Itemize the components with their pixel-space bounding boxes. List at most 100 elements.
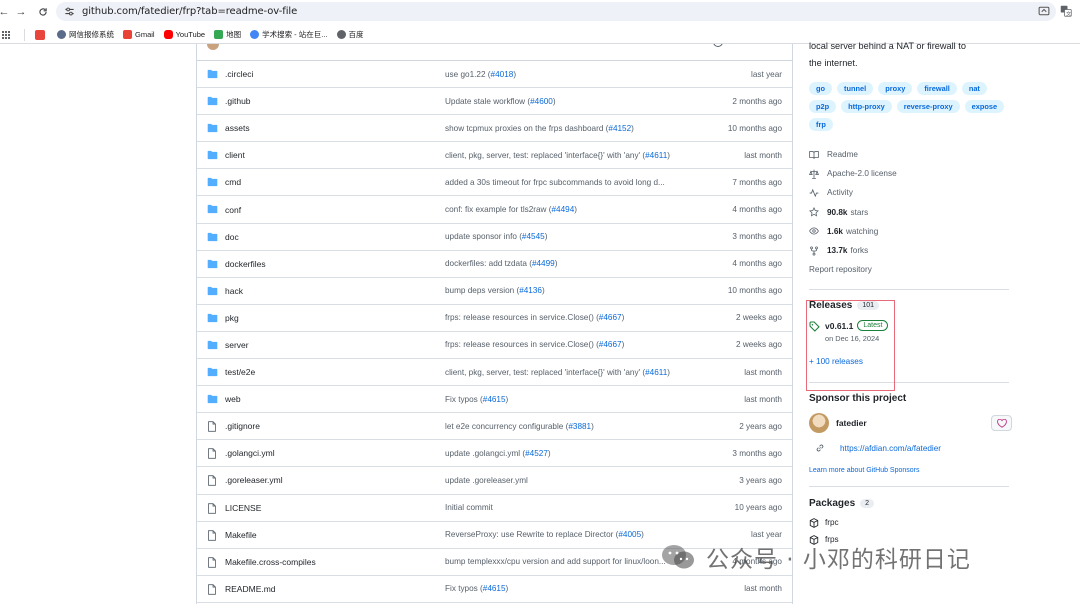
avatar[interactable] <box>809 413 829 434</box>
back-icon[interactable]: ← <box>0 4 12 20</box>
file-row[interactable]: .goreleaser.yml update .goreleaser.yml 3 y… <box>197 467 792 495</box>
file-row[interactable]: .gitignore let e2e concurrency configurab… <box>197 413 792 441</box>
file-name[interactable]: Makefile <box>225 530 257 540</box>
file-name[interactable]: web <box>225 394 241 404</box>
pr-link[interactable]: #4615 <box>483 584 506 593</box>
bookmark-c[interactable] <box>35 29 48 40</box>
pr-link[interactable]: #4545 <box>522 232 545 241</box>
forks-link[interactable]: 13.7k forks <box>809 241 1009 260</box>
commit-message[interactable]: bump templexxx/cpu version and add suppo… <box>445 557 666 566</box>
pr-link[interactable]: #4611 <box>645 368 667 377</box>
file-row[interactable]: dockerfiles dockerfiles: add tzdata (#449… <box>197 251 792 278</box>
commit-message[interactable]: frps: release resources in service.Close… <box>445 313 624 322</box>
file-row[interactable]: pkg frps: release resources in service.Cl… <box>197 305 792 332</box>
commit-message[interactable]: Update stale workflow (#4600) <box>445 97 556 106</box>
watchers-link[interactable]: 1.6k watching <box>809 222 1009 241</box>
pr-link[interactable]: #4527 <box>525 449 548 458</box>
commit-message[interactable]: frps: release resources in service.Close… <box>445 340 624 349</box>
history-icon[interactable] <box>713 44 723 47</box>
file-name[interactable]: .github <box>225 96 251 106</box>
screen-cast-icon[interactable] <box>1038 5 1050 17</box>
pr-link[interactable]: #4600 <box>530 97 553 106</box>
commit-message[interactable]: Initial commit <box>445 503 493 512</box>
commit-message[interactable]: Fix typos (#4615) <box>445 395 508 404</box>
report-repository-link[interactable]: Report repository <box>809 260 1009 279</box>
bookmark-item[interactable]: 地图 <box>214 29 241 40</box>
pr-link[interactable]: #4667 <box>599 313 622 322</box>
commit-message[interactable]: conf: fix example for tls2raw (#4494) <box>445 205 577 214</box>
file-row[interactable]: doc update sponsor info (#4545) 3 months a… <box>197 224 792 251</box>
pr-link[interactable]: #4667 <box>599 340 622 349</box>
file-name[interactable]: Makefile.cross-compiles <box>225 557 316 567</box>
commit-message[interactable]: client, pkg, server, test: replaced 'int… <box>445 368 670 377</box>
pr-link[interactable]: #4018 <box>491 70 514 79</box>
topic-tag[interactable]: proxy <box>878 82 913 95</box>
file-name[interactable]: README.md <box>225 584 276 594</box>
pr-link[interactable]: #4136 <box>519 286 542 295</box>
file-name[interactable]: client <box>225 150 245 160</box>
stars-link[interactable]: 90.8k stars <box>809 203 1009 222</box>
file-name[interactable]: LICENSE <box>225 503 261 513</box>
sponsor-heart-button[interactable] <box>991 415 1012 432</box>
commit-message[interactable]: update .golangci.yml (#4527) <box>445 449 551 458</box>
bookmark-item[interactable]: Gmail <box>123 30 155 39</box>
file-name[interactable]: server <box>225 340 249 350</box>
file-name[interactable]: dockerfiles <box>225 259 266 269</box>
file-row[interactable]: conf conf: fix example for tls2raw (#4494… <box>197 196 792 224</box>
site-settings-icon[interactable] <box>64 6 76 18</box>
bookmark-item[interactable]: 学术搜索 - 站在巨... <box>250 29 328 40</box>
file-row[interactable]: test/e2e client, pkg, server, test: repla… <box>197 359 792 387</box>
commit-message[interactable]: update sponsor info (#4545) <box>445 232 547 241</box>
file-name[interactable]: assets <box>225 123 250 133</box>
sponsor-url[interactable]: https://afdian.com/a/fatedier <box>840 444 941 453</box>
pr-link[interactable]: #4005 <box>618 530 641 539</box>
apps-icon[interactable] <box>2 30 10 39</box>
file-row[interactable]: .golangci.yml update .golangci.yml (#4527… <box>197 440 792 468</box>
pr-link[interactable]: #4152 <box>608 124 631 133</box>
commit-message[interactable]: dockerfiles: add tzdata (#4499) <box>445 259 557 268</box>
file-name[interactable]: cmd <box>225 177 241 187</box>
topic-tag[interactable]: frp <box>809 118 833 131</box>
package-item[interactable]: frpc <box>809 514 1009 531</box>
topic-tag[interactable]: firewall <box>917 82 957 95</box>
readme-link[interactable]: Readme <box>809 145 1009 164</box>
file-row[interactable]: LICENSE Initial commit 10 years ago <box>197 495 792 522</box>
packages-heading[interactable]: Packages 2 <box>809 498 1009 509</box>
pr-link[interactable]: #4615 <box>483 395 506 404</box>
learn-sponsors-link[interactable]: Learn more about GitHub Sponsors <box>809 467 1009 474</box>
file-row[interactable]: client client, pkg, server, test: replace… <box>197 142 792 170</box>
commit-message[interactable]: bump deps version (#4136) <box>445 286 545 295</box>
file-row[interactable]: assets show tcpmux proxies on the frps da… <box>197 115 792 143</box>
topic-tag[interactable]: tunnel <box>837 82 874 95</box>
translate-icon[interactable]: 文 <box>1060 5 1072 18</box>
file-name[interactable]: hack <box>225 286 243 296</box>
file-row[interactable]: .github Update stale workflow (#4600) 2 mo… <box>197 88 792 116</box>
file-row[interactable]: server frps: release resources in service… <box>197 332 792 360</box>
bookmark-item[interactable]: 百度 <box>336 29 364 40</box>
commit-message[interactable]: client, pkg, server, test: replaced 'int… <box>445 151 670 160</box>
commit-message[interactable]: use go1.22 (#4018) <box>445 70 516 79</box>
reload-icon[interactable] <box>35 4 51 20</box>
commit-message[interactable]: update .goreleaser.yml <box>445 476 528 485</box>
file-row[interactable]: cmd added a 30s timeout for frpc subcomma… <box>197 169 792 197</box>
commit-message[interactable]: show tcpmux proxies on the frps dashboar… <box>445 124 634 133</box>
file-row[interactable]: README.md Fix typos (#4615) last month <box>197 576 792 603</box>
forward-icon[interactable]: → <box>13 4 29 20</box>
file-name[interactable]: .golangci.yml <box>225 448 275 458</box>
file-name[interactable]: doc <box>225 232 239 242</box>
file-row[interactable]: hack bump deps version (#4136) 10 months a… <box>197 278 792 305</box>
file-name[interactable]: .goreleaser.yml <box>225 475 283 485</box>
pr-link[interactable]: #4611 <box>645 151 667 160</box>
topic-tag[interactable]: http-proxy <box>841 100 892 113</box>
topic-tag[interactable]: nat <box>961 82 987 95</box>
file-row[interactable]: .circleci use go1.22 (#4018) last year <box>197 61 792 89</box>
bookmark-item[interactable]: 网信报修系统 <box>57 29 114 40</box>
file-name[interactable]: .gitignore <box>225 421 260 431</box>
address-bar[interactable]: github.com/fatedier/frp?tab=readme-ov-fi… <box>56 2 1056 21</box>
file-name[interactable]: test/e2e <box>225 367 255 377</box>
license-link[interactable]: Apache-2.0 license <box>809 164 1009 183</box>
file-row[interactable]: web Fix typos (#4615) last month <box>197 386 792 414</box>
activity-link[interactable]: Activity <box>809 183 1009 202</box>
topic-tag[interactable]: expose <box>964 100 1005 113</box>
commit-message[interactable]: ReverseProxy: use Rewrite to replace Dir… <box>445 530 644 539</box>
